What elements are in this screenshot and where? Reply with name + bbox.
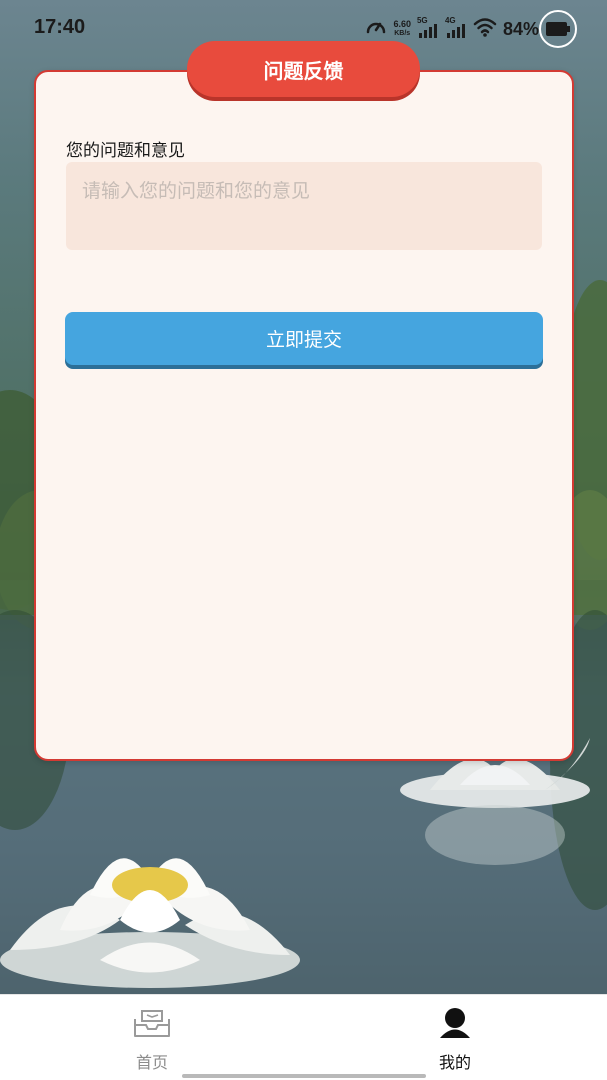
bottom-nav: 首页 我的 — [0, 994, 607, 1080]
signal-4g-label: 4G — [444, 16, 456, 25]
home-indicator[interactable] — [182, 1074, 426, 1078]
nav-label-home: 首页 — [135, 1053, 168, 1072]
feedback-input[interactable] — [66, 162, 542, 250]
status-time: 17:40 — [34, 16, 86, 38]
status-icons: 6.60 KB/s 5G 4G 84% — [365, 10, 577, 48]
feedback-label: 您的问题和意见 — [66, 141, 185, 161]
battery-icon — [539, 10, 577, 48]
nav-label-mine: 我的 — [438, 1053, 471, 1072]
page-title: 问题反馈 — [187, 41, 420, 97]
battery-percent: 84% — [502, 18, 539, 39]
speedometer-icon — [365, 16, 387, 42]
signal-5g-label: 5G — [416, 16, 428, 25]
signal-5g-icon: 5G — [416, 16, 439, 40]
nav-item-home[interactable]: 首页 — [107, 1007, 197, 1072]
profile-icon — [437, 1007, 473, 1043]
net-speed-unit: KB/s — [394, 30, 411, 37]
home-icon — [132, 1007, 172, 1043]
signal-4g-icon: 4G — [444, 16, 467, 40]
wifi-icon — [473, 16, 497, 42]
nav-item-mine[interactable]: 我的 — [410, 1007, 500, 1072]
net-speed: 6.60 KB/s — [393, 20, 411, 38]
submit-button[interactable]: 立即提交 — [65, 312, 543, 365]
net-speed-value: 6.60 — [393, 19, 411, 29]
